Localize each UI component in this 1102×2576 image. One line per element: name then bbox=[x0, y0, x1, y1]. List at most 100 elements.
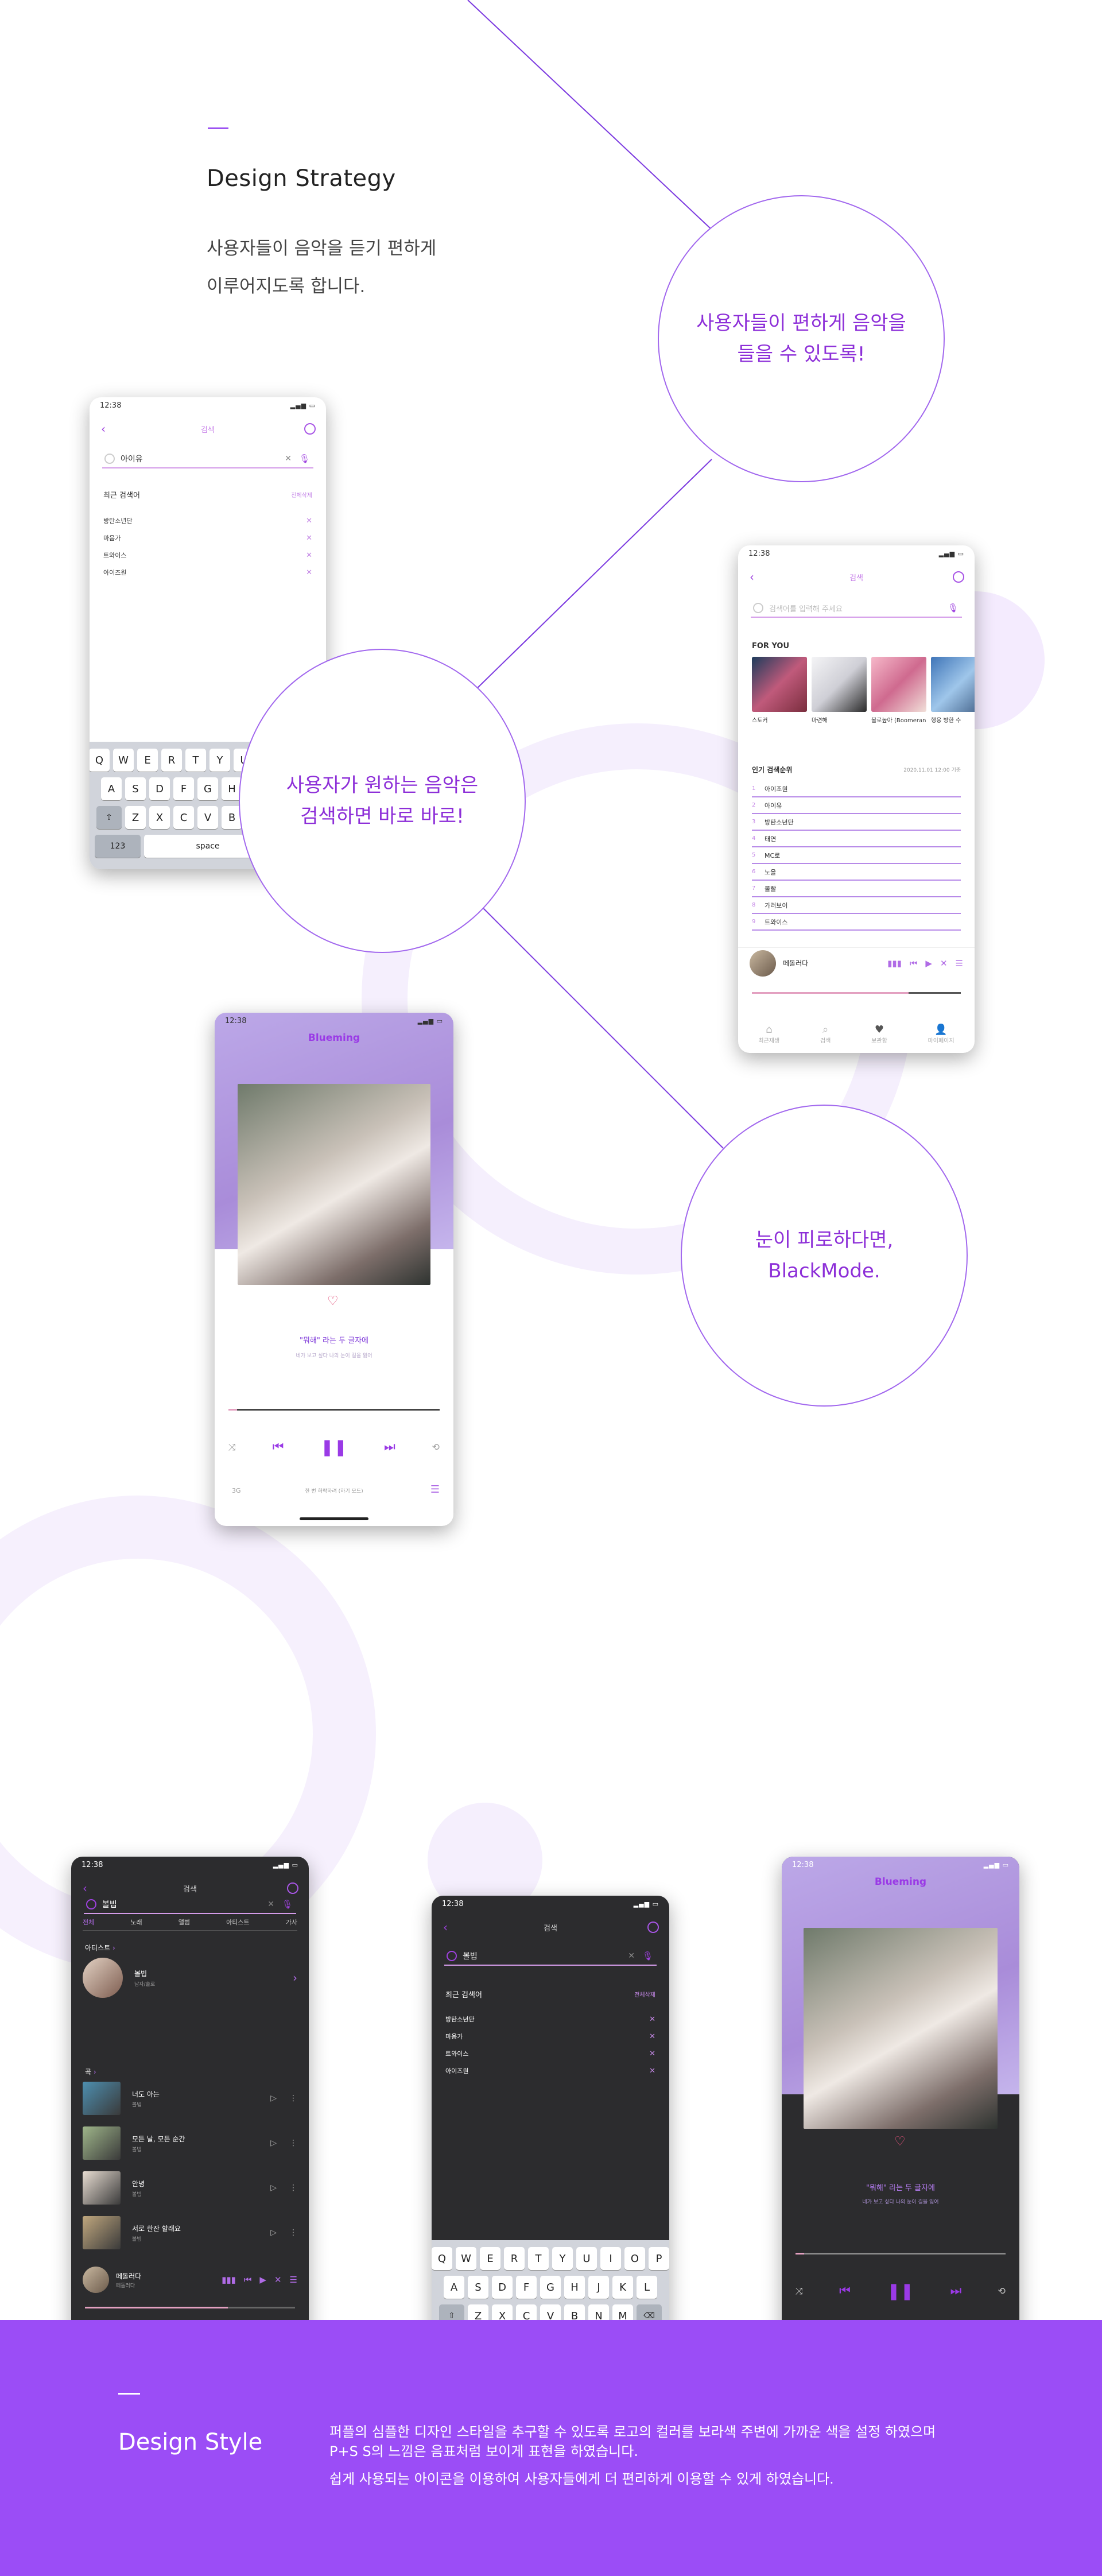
key[interactable]: D bbox=[149, 777, 170, 800]
key[interactable]: Q bbox=[90, 749, 110, 772]
play-icon[interactable]: ▷ bbox=[270, 2139, 277, 2148]
key[interactable]: A bbox=[444, 2276, 464, 2299]
settings-gear-icon[interactable] bbox=[287, 1882, 298, 1894]
key[interactable]: X bbox=[149, 806, 170, 829]
album-cover[interactable] bbox=[752, 657, 807, 712]
popular-search-item[interactable]: 5 MC로 bbox=[752, 847, 961, 864]
popular-search-item[interactable]: 1 아이조원 bbox=[752, 781, 961, 797]
key[interactable]: E bbox=[137, 749, 158, 772]
search-input[interactable]: 검색어를 입력해 주세요 🎙 bbox=[751, 599, 962, 618]
next-icon[interactable]: ⏭ bbox=[950, 2284, 961, 2298]
search-input[interactable]: 볼빕 ✕ 🎙 bbox=[444, 1947, 657, 1966]
remove-icon[interactable]: ✕ bbox=[649, 2032, 655, 2041]
clear-icon[interactable]: ✕ bbox=[285, 454, 292, 463]
play-icon[interactable]: ▷ bbox=[270, 2094, 277, 2103]
numbers-key[interactable]: 123 bbox=[95, 835, 141, 858]
tab-lyrics[interactable]: 가사 bbox=[286, 1918, 297, 1927]
popular-search-item[interactable]: 2 아이유 bbox=[752, 797, 961, 814]
remove-icon[interactable]: ✕ bbox=[306, 551, 312, 560]
key[interactable]: S bbox=[468, 2276, 488, 2299]
key[interactable]: W bbox=[456, 2247, 476, 2270]
prev-icon[interactable]: ⏮ bbox=[244, 2275, 252, 2285]
play-icon[interactable]: ▷ bbox=[270, 2183, 277, 2192]
album-cover[interactable] bbox=[931, 657, 975, 712]
shuffle-icon[interactable]: ✕ bbox=[274, 2275, 282, 2285]
progress-bar[interactable] bbox=[228, 1409, 440, 1411]
key[interactable]: C bbox=[173, 806, 194, 829]
key[interactable]: G bbox=[197, 777, 218, 800]
recent-item[interactable]: 아이즈원 ✕ bbox=[445, 2062, 655, 2079]
repeat-icon[interactable]: ⟲ bbox=[432, 1442, 440, 1452]
key[interactable]: I bbox=[600, 2247, 621, 2270]
clear-icon[interactable]: ✕ bbox=[267, 1900, 274, 1909]
playlist-icon[interactable]: ☰ bbox=[430, 1483, 440, 1496]
equalizer-icon[interactable]: ▮▮▮ bbox=[887, 958, 902, 969]
key[interactable]: A bbox=[101, 777, 122, 800]
key[interactable]: K bbox=[612, 2276, 633, 2299]
progress-bar[interactable] bbox=[796, 2253, 1006, 2255]
play-icon[interactable]: ▷ bbox=[270, 2228, 277, 2237]
recent-item[interactable]: 방탄소년단 ✕ bbox=[445, 2011, 655, 2028]
clear-icon[interactable]: ✕ bbox=[628, 1951, 635, 1961]
recent-item[interactable]: 아이즈원 ✕ bbox=[103, 564, 312, 581]
remove-icon[interactable]: ✕ bbox=[649, 2050, 655, 2058]
tab-songs[interactable]: 노래 bbox=[130, 1918, 142, 1927]
repeat-icon[interactable]: ⟲ bbox=[998, 2286, 1006, 2296]
popular-search-item[interactable]: 9 트와이스 bbox=[752, 914, 961, 931]
key[interactable]: S bbox=[125, 777, 146, 800]
key[interactable]: J bbox=[588, 2276, 609, 2299]
remove-icon[interactable]: ✕ bbox=[649, 2015, 655, 2024]
key[interactable]: O bbox=[624, 2247, 645, 2270]
recent-item[interactable]: 트와이스 ✕ bbox=[445, 2045, 655, 2062]
key[interactable]: Q bbox=[432, 2247, 452, 2270]
tab-artists[interactable]: 아티스트 bbox=[226, 1918, 249, 1927]
tab-library[interactable]: ♥ 보관함 bbox=[871, 1024, 887, 1044]
play-icon[interactable]: ▶ bbox=[925, 958, 932, 969]
tab-recent[interactable]: ⌂ 최근재생 bbox=[758, 1024, 779, 1044]
back-icon[interactable]: ‹ bbox=[83, 1881, 87, 1895]
mic-icon[interactable]: 🎙 bbox=[282, 1899, 293, 1909]
mic-icon[interactable]: 🎙 bbox=[948, 603, 959, 613]
equalizer-icon[interactable]: ▮▮▮ bbox=[222, 2275, 236, 2285]
album-cover[interactable] bbox=[812, 657, 867, 712]
search-input[interactable]: 볼빕 ✕ 🎙 bbox=[84, 1896, 296, 1914]
search-input[interactable]: 아이유 ✕ 🎙 bbox=[102, 450, 313, 468]
mini-progress-bar[interactable] bbox=[85, 2307, 295, 2308]
tab-all[interactable]: 전체 bbox=[83, 1918, 94, 1927]
key[interactable]: T bbox=[185, 749, 206, 772]
key[interactable]: D bbox=[492, 2276, 513, 2299]
album-cover[interactable] bbox=[871, 657, 926, 712]
key[interactable]: V bbox=[197, 806, 218, 829]
key[interactable]: G bbox=[540, 2276, 561, 2299]
settings-gear-icon[interactable] bbox=[953, 571, 964, 583]
mini-progress-bar[interactable] bbox=[752, 992, 961, 994]
key[interactable]: R bbox=[504, 2247, 525, 2270]
song-row[interactable]: 서로 한잔 할래요 볼빕 ▷ ⋮ bbox=[83, 2216, 297, 2249]
artist-result[interactable]: 볼빕 남자/솔로 › bbox=[83, 1958, 297, 1998]
song-row[interactable]: 안녕 볼빕 ▷ ⋮ bbox=[83, 2171, 297, 2205]
key[interactable]: T bbox=[528, 2247, 549, 2270]
chevron-right-icon[interactable]: › bbox=[293, 1971, 297, 1985]
recent-item[interactable]: 방탄소년단 ✕ bbox=[103, 512, 312, 529]
key[interactable]: L bbox=[637, 2276, 657, 2299]
back-icon[interactable]: ‹ bbox=[101, 422, 106, 436]
back-icon[interactable]: ‹ bbox=[750, 570, 754, 584]
mic-icon[interactable]: 🎙 bbox=[299, 454, 310, 464]
key[interactable]: F bbox=[173, 777, 194, 800]
popular-search-item[interactable]: 4 태연 bbox=[752, 831, 961, 847]
key[interactable]: R bbox=[161, 749, 182, 772]
recent-item[interactable]: 마음가 ✕ bbox=[445, 2028, 655, 2045]
key[interactable]: H bbox=[564, 2276, 585, 2299]
popular-search-item[interactable]: 7 볼빨 bbox=[752, 881, 961, 897]
key[interactable]: Z bbox=[125, 806, 146, 829]
more-icon[interactable]: ⋮ bbox=[289, 2139, 297, 2148]
popular-search-item[interactable]: 8 가러보이 bbox=[752, 897, 961, 914]
remove-icon[interactable]: ✕ bbox=[306, 568, 312, 577]
more-icon[interactable]: ⋮ bbox=[289, 2228, 297, 2237]
pause-icon[interactable]: ❚❚ bbox=[887, 2281, 914, 2300]
settings-gear-icon[interactable] bbox=[647, 1922, 659, 1933]
more-icon[interactable]: ⋮ bbox=[289, 2094, 297, 2103]
key[interactable]: U bbox=[576, 2247, 597, 2270]
shuffle-icon[interactable]: ✕ bbox=[940, 958, 948, 969]
prev-icon[interactable]: ⏮ bbox=[273, 1440, 284, 1454]
